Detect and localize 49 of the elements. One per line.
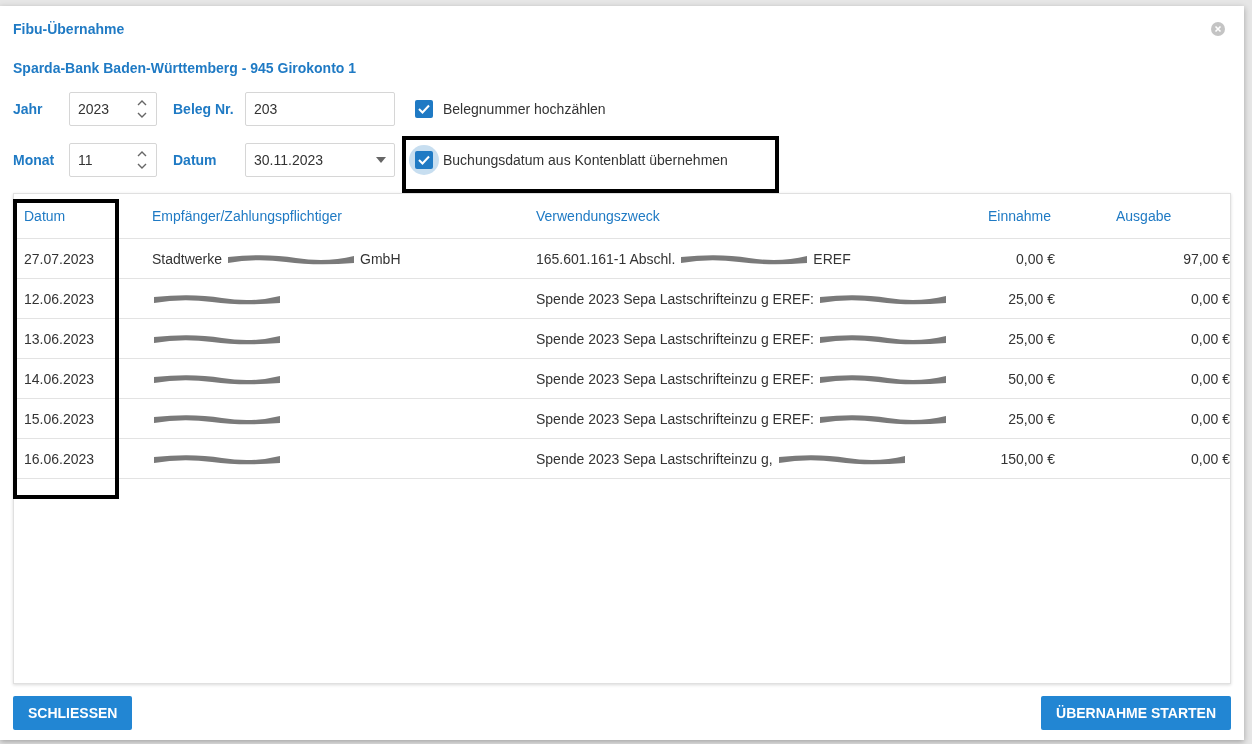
expense-cell-text: 0,00 €: [1190, 290, 1231, 307]
input-field[interactable]: 11: [69, 143, 157, 177]
account-name: Sparda-Bank Baden-Württemberg - 945 Girokonto 1: [13, 60, 358, 76]
date-cell-text: 16.06.2023: [24, 450, 96, 467]
purpose-text: Spende 2023 Sepa Lastschrifteinzu g EREF:: [536, 290, 814, 307]
income-cell-text: 25,00 €: [1007, 330, 1056, 347]
field-label: Jahr: [13, 101, 44, 117]
field-label: Datum: [173, 152, 218, 168]
income-cell-text: 25,00 €: [1007, 290, 1056, 307]
income-cell-text: 25,00 €: [1007, 410, 1056, 427]
caret-icon: [376, 157, 386, 163]
input-field[interactable]: 2023: [69, 92, 157, 126]
date-cell-text: 15.06.2023: [24, 410, 96, 427]
column-header[interactable]: Einnahme: [988, 208, 1070, 224]
purpose-text: Spende 2023 Sepa Lastschrifteinzu g EREF:: [536, 330, 814, 347]
income-cell-text: 0,00 €: [1015, 250, 1056, 267]
payee-text: GmbH: [360, 250, 401, 267]
dialog-title: Fibu-Übernahme: [13, 21, 125, 37]
checkbox-label: Buchungsdatum aus Kontenblatt übernehmen: [443, 152, 728, 168]
expense-cell-text: 0,00 €: [1190, 450, 1231, 467]
close-button[interactable]: SCHLIESSEN: [13, 696, 133, 730]
column-header[interactable]: Verwendungszweck: [536, 208, 988, 224]
income-cell-text: 50,00 €: [1007, 370, 1056, 387]
purpose-text: 165.601.161-1 Abschl.: [536, 250, 676, 267]
date-cell-text: 14.06.2023: [24, 370, 96, 387]
input-field[interactable]: 203: [245, 92, 395, 126]
purpose-text: Spende 2023 Sepa Lastschrifteinzu g EREF:: [536, 370, 814, 387]
payee-text: Stadtwerke: [152, 250, 223, 267]
checkbox-label: Belegnummer hochzählen: [443, 101, 606, 117]
expense-cell-text: 0,00 €: [1190, 410, 1231, 427]
date-cell-text: 13.06.2023: [24, 330, 96, 347]
date-cell-text: 12.06.2023: [24, 290, 96, 307]
field-label: Beleg Nr.: [173, 101, 235, 117]
expense-cell-text: 0,00 €: [1190, 330, 1231, 347]
expense-cell-text: 97,00 €: [1182, 250, 1231, 267]
purpose-text: Spende 2023 Sepa Lastschrifteinzu g,: [536, 450, 773, 467]
column-header[interactable]: Ausgabe: [1070, 208, 1240, 224]
date-dropdown[interactable]: 30.11.2023: [245, 143, 395, 177]
checkbox[interactable]: [415, 151, 433, 169]
date-cell-text: 27.07.2023: [24, 250, 96, 267]
income-cell-text: 150,00 €: [999, 450, 1056, 467]
field-label: Monat: [13, 152, 56, 168]
column-header[interactable]: Empfänger/Zahlungspflichtiger: [152, 208, 536, 224]
start-button[interactable]: ÜBERNAHME STARTEN: [1041, 696, 1231, 730]
checkbox[interactable]: [415, 100, 433, 118]
column-header[interactable]: Datum: [24, 208, 152, 224]
purpose-text: EREF: [813, 250, 851, 267]
expense-cell-text: 0,00 €: [1190, 370, 1231, 387]
purpose-text: Spende 2023 Sepa Lastschrifteinzu g EREF:: [536, 410, 814, 427]
